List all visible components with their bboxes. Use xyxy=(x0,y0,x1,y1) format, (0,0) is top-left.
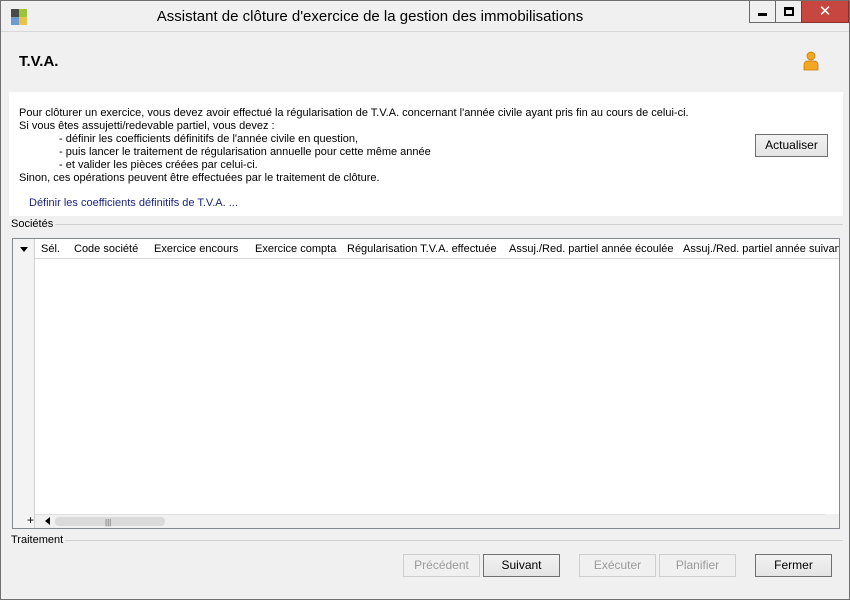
grid-header: Sél. Code société Exercice encours Exerc… xyxy=(13,239,839,259)
maximize-button[interactable] xyxy=(775,1,802,23)
add-row-button[interactable]: + xyxy=(27,513,34,527)
societes-grid[interactable]: Sél. Code société Exercice encours Exerc… xyxy=(12,238,840,529)
info-line: Si vous êtes assujetti/redevable partiel… xyxy=(19,120,275,132)
column-header-assuj-annee-ecoulee[interactable]: Assuj./Red. partiel année écoulée xyxy=(509,243,674,255)
grip-icon: ||| xyxy=(105,518,112,527)
minimize-button[interactable] xyxy=(749,1,776,23)
minimize-icon xyxy=(758,13,767,16)
info-panel: Pour clôturer un exercice, vous devez av… xyxy=(9,92,843,216)
previous-button[interactable]: Précédent xyxy=(403,554,480,577)
info-line: Pour clôturer un exercice, vous devez av… xyxy=(19,107,689,119)
column-header-code-societe[interactable]: Code société xyxy=(74,243,138,255)
column-header-regularisation-tva[interactable]: Régularisation T.V.A. effectuée xyxy=(347,243,497,255)
window-title: Assistant de clôture d'exercice de la ge… xyxy=(156,8,584,25)
traitement-group-label: Traitement xyxy=(11,534,66,546)
wizard-window: Assistant de clôture d'exercice de la ge… xyxy=(0,0,850,600)
define-coefficients-link[interactable]: Définir les coefficients définitifs de T… xyxy=(29,197,238,209)
scrollbar-thumb[interactable]: ||| xyxy=(55,517,165,527)
horizontal-scrollbar[interactable]: ||| xyxy=(35,514,839,528)
group-divider xyxy=(65,540,843,541)
schedule-button[interactable]: Planifier xyxy=(659,554,736,577)
window-controls: ✕ xyxy=(749,1,849,23)
close-button[interactable]: Fermer xyxy=(755,554,832,577)
maximize-icon xyxy=(783,7,794,16)
column-header-sel[interactable]: Sél. xyxy=(41,243,60,255)
column-header-exercice-compta[interactable]: Exercice compta xyxy=(255,243,336,255)
info-line: - puis lancer le traitement de régularis… xyxy=(59,146,431,158)
scroll-corner xyxy=(825,514,839,528)
chevron-down-icon[interactable] xyxy=(20,247,28,252)
info-line: Sinon, ces opérations peuvent être effec… xyxy=(19,172,380,184)
execute-button[interactable]: Exécuter xyxy=(579,554,656,577)
column-header-assuj-annee-suivante[interactable]: Assuj./Red. partiel année suivan xyxy=(683,243,839,255)
info-line: - et valider les pièces créées par celui… xyxy=(59,159,258,171)
info-line: - définir les coefficients définitifs de… xyxy=(59,133,359,145)
group-divider xyxy=(55,224,843,225)
refresh-button[interactable]: Actualiser xyxy=(755,134,828,157)
next-button[interactable]: Suivant xyxy=(483,554,560,577)
wizard-header: T.V.A. xyxy=(9,33,843,91)
person-icon xyxy=(803,51,819,71)
page-title: T.V.A. xyxy=(19,53,59,70)
title-bar[interactable]: Assistant de clôture d'exercice de la ge… xyxy=(1,1,849,32)
column-header-exercice-encours[interactable]: Exercice encours xyxy=(154,243,238,255)
row-header-column xyxy=(13,239,35,528)
scroll-left-icon[interactable] xyxy=(45,517,50,525)
societes-group-label: Sociétés xyxy=(11,218,56,230)
close-window-button[interactable]: ✕ xyxy=(801,1,849,23)
close-icon: ✕ xyxy=(818,3,832,20)
